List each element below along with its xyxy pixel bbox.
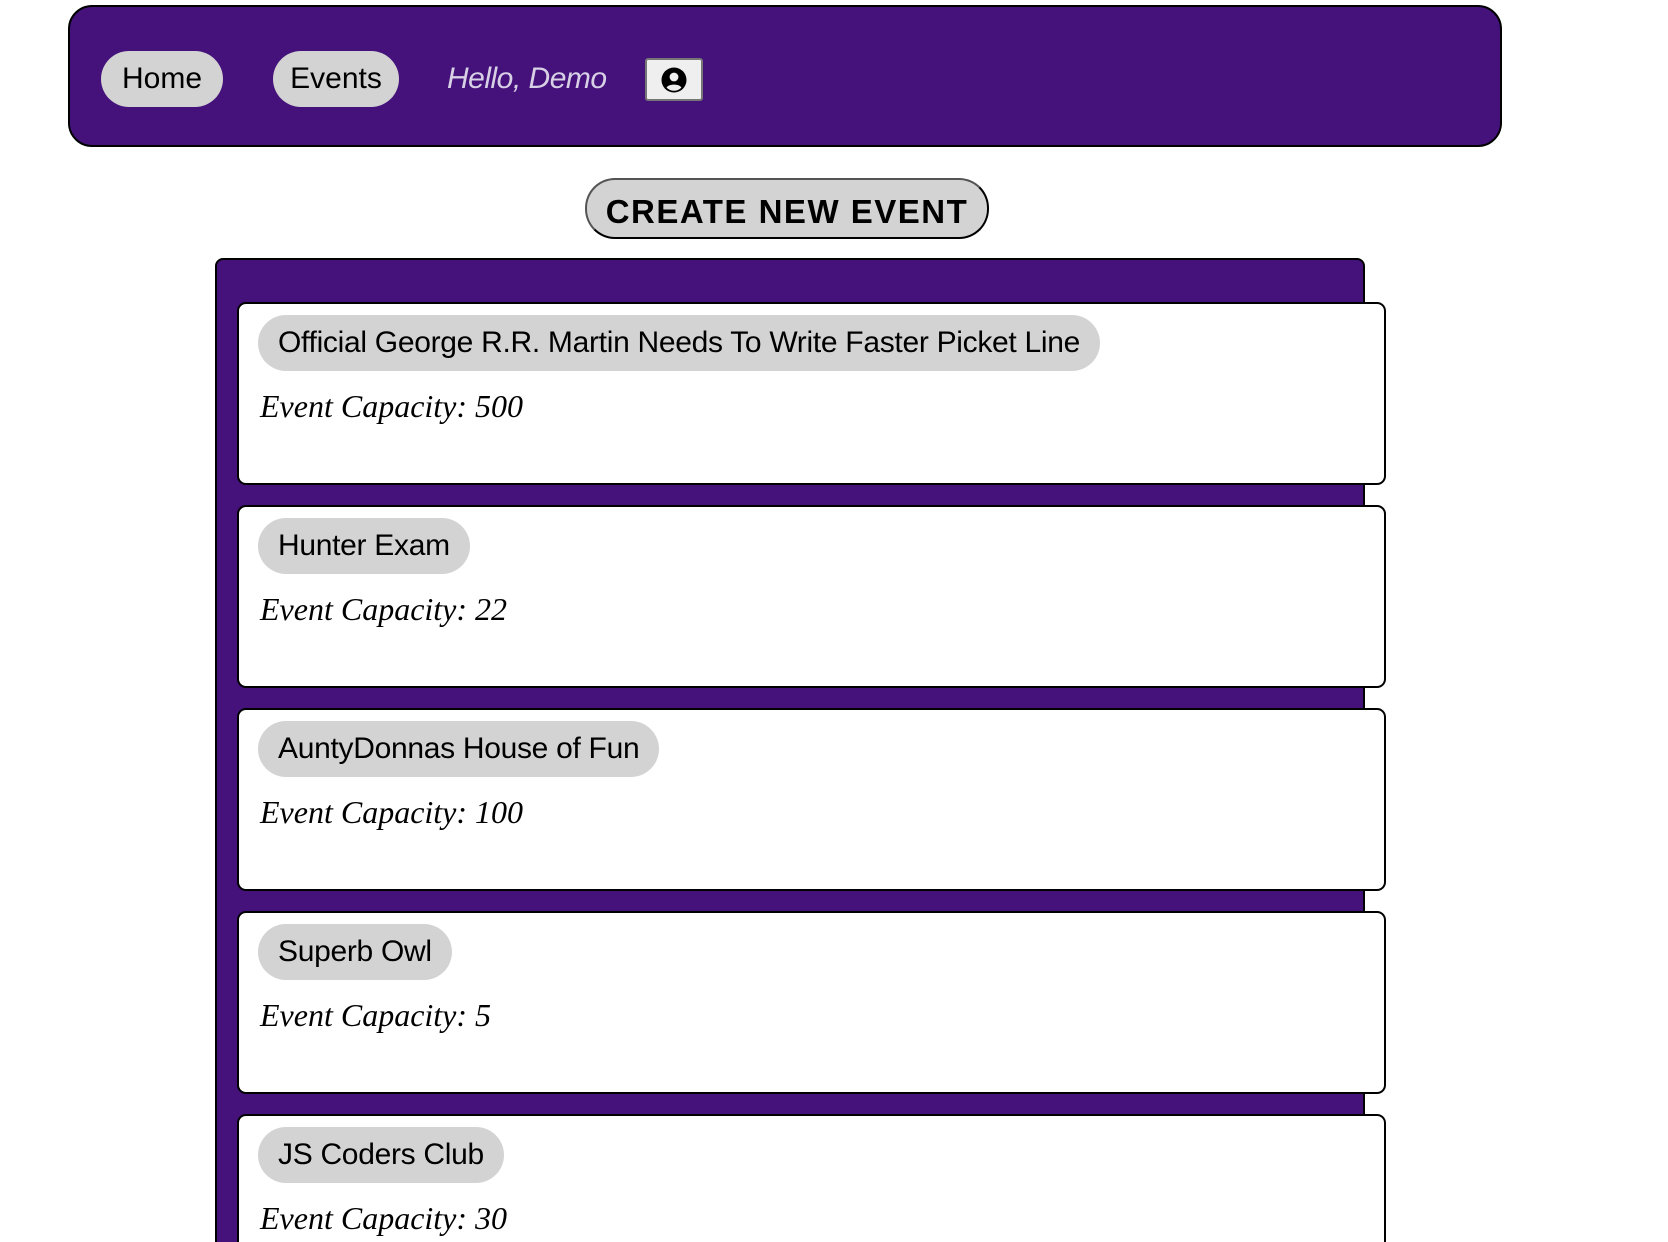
event-capacity: Event Capacity: 500 <box>260 388 524 424</box>
event-title-link[interactable]: AuntyDonnas House of Fun <box>258 721 660 777</box>
event-card[interactable]: Official George R.R. Martin Needs To Wri… <box>237 302 1386 485</box>
event-title-link[interactable]: Hunter Exam <box>258 518 470 574</box>
top-navbar: Home Events Hello, Demo <box>68 5 1502 147</box>
event-capacity: Event Capacity: 30 <box>260 1200 508 1236</box>
event-title-link[interactable]: Official George R.R. Martin Needs To Wri… <box>258 315 1101 371</box>
event-card[interactable]: AuntyDonnas House of Fun Event Capacity:… <box>237 708 1386 891</box>
event-title-link[interactable]: Superb Owl <box>258 924 452 980</box>
event-card[interactable]: Hunter Exam Event Capacity: 22 <box>237 505 1386 688</box>
event-capacity: Event Capacity: 100 <box>260 794 524 830</box>
nav-events-link[interactable]: Events <box>273 51 399 107</box>
profile-button[interactable] <box>645 58 703 101</box>
user-greeting: Hello, Demo <box>447 62 607 95</box>
event-card[interactable]: Superb Owl Event Capacity: 5 <box>237 911 1386 1094</box>
event-card[interactable]: JS Coders Club Event Capacity: 30 <box>237 1114 1386 1242</box>
event-capacity: Event Capacity: 5 <box>260 997 492 1033</box>
event-title-link[interactable]: JS Coders Club <box>258 1127 504 1183</box>
create-new-event-button[interactable]: CREATE NEW EVENT <box>585 178 989 239</box>
event-capacity: Event Capacity: 22 <box>260 591 508 627</box>
user-circle-icon <box>661 67 687 92</box>
nav-home-link[interactable]: Home <box>101 51 223 107</box>
